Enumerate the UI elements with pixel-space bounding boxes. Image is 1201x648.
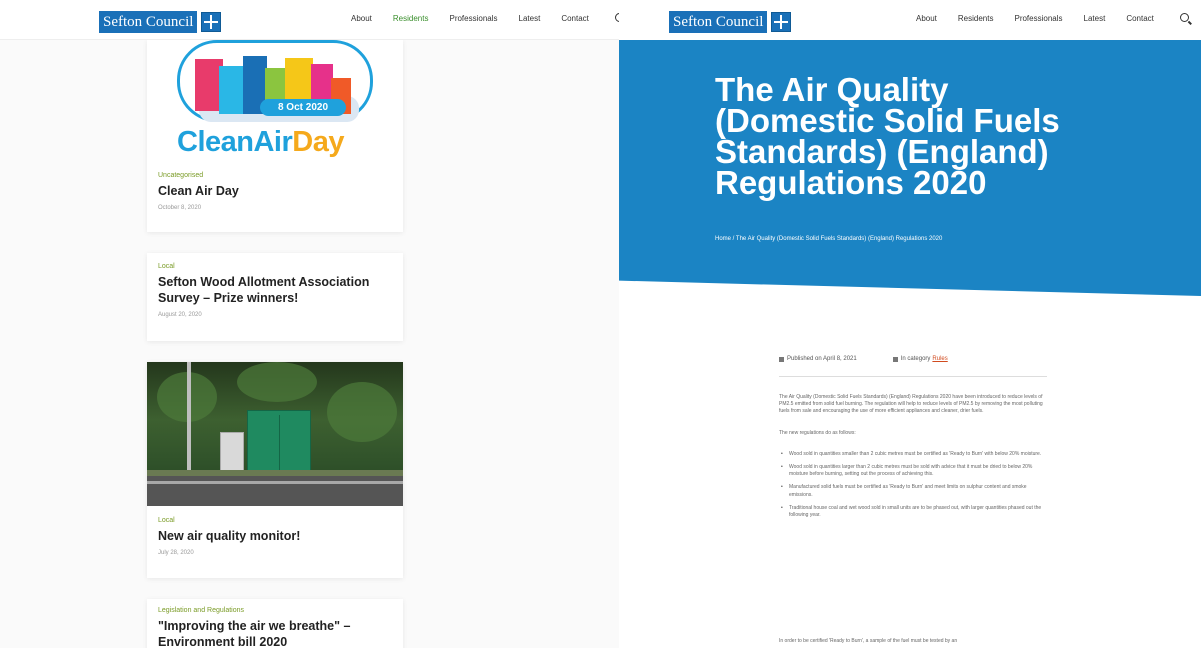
- page-title: The Air Quality (Domestic Solid Fuels St…: [715, 71, 1060, 201]
- post-card[interactable]: Local Sefton Wood Allotment Association …: [147, 253, 403, 341]
- published-text: Published on April 8, 2021: [787, 356, 857, 362]
- building-shape: [219, 66, 243, 114]
- green-monitor-cabinet: [247, 410, 311, 478]
- post-title[interactable]: "Improving the air we breathe" – Environ…: [158, 618, 392, 648]
- nav-contact[interactable]: Contact: [561, 14, 589, 23]
- post-category[interactable]: Uncategorised: [158, 172, 392, 179]
- post-category[interactable]: Legislation and Regulations: [158, 607, 392, 614]
- post-card[interactable]: 8 Oct 2020 CleanAirDay Uncategorised Cle…: [147, 40, 403, 232]
- foliage-shape: [327, 382, 397, 442]
- category-label: In category: [900, 356, 931, 362]
- list-item: Manufactured solid fuels must be certifi…: [779, 484, 1047, 498]
- list-intro: The new regulations do as follows:: [779, 429, 856, 436]
- post-date: August 20, 2020: [158, 312, 202, 318]
- published-date: Published on April 8, 2021: [779, 356, 857, 362]
- post-category[interactable]: Local: [158, 517, 392, 524]
- listing-page: Sefton Council About Residents Professio…: [0, 0, 619, 648]
- nav-latest[interactable]: Latest: [1084, 14, 1106, 23]
- air-quality-monitor-photo: [147, 362, 403, 506]
- nav-about[interactable]: About: [351, 14, 372, 23]
- nav-residents[interactable]: Residents: [393, 14, 429, 23]
- main-nav: About Residents Professionals Latest Con…: [351, 13, 619, 23]
- logo-text: Sefton Council: [99, 11, 198, 33]
- nav-about[interactable]: About: [916, 14, 937, 23]
- post-title[interactable]: Clean Air Day: [158, 183, 392, 199]
- category-link[interactable]: Rules: [932, 356, 947, 362]
- clean-air-day-wordmark: CleanAirDay: [177, 126, 344, 159]
- nav-professionals[interactable]: Professionals: [449, 14, 497, 23]
- crest-icon: [771, 12, 792, 32]
- nav-residents[interactable]: Residents: [958, 14, 994, 23]
- list-item: Wood sold in quantities larger than 2 cu…: [779, 464, 1047, 478]
- sefton-logo[interactable]: Sefton Council: [669, 11, 799, 33]
- post-card[interactable]: Local New air quality monitor! July 28, …: [147, 362, 403, 578]
- wordmark-clean-air: CleanAir: [177, 126, 293, 158]
- list-item: Wood sold in quantities smaller than 2 c…: [779, 451, 1047, 458]
- breadcrumb[interactable]: Home / The Air Quality (Domestic Solid F…: [715, 236, 942, 242]
- wordmark-day: Day: [292, 126, 344, 158]
- regulation-list: Wood sold in quantities smaller than 2 c…: [779, 451, 1047, 519]
- post-date: October 8, 2020: [158, 205, 202, 211]
- logo-text: Sefton Council: [669, 11, 768, 33]
- main-nav: About Residents Professionals Latest Con…: [916, 13, 1201, 23]
- closing-paragraph: In order to be certified 'Ready to Burn'…: [779, 638, 958, 644]
- post-meta: Published on April 8, 2021 In category R…: [779, 356, 1047, 362]
- post-date: July 28, 2020: [158, 550, 194, 556]
- article-body: The Air Quality (Domestic Solid Fuels St…: [779, 394, 1047, 644]
- calendar-icon: [779, 356, 784, 362]
- post-category-meta: In category Rules: [892, 356, 948, 362]
- post-title[interactable]: New air quality monitor!: [158, 528, 392, 544]
- post-category[interactable]: Local: [158, 263, 392, 270]
- date-pill: 8 Oct 2020: [260, 99, 346, 116]
- nav-contact[interactable]: Contact: [1126, 14, 1154, 23]
- sefton-logo[interactable]: Sefton Council: [99, 11, 229, 33]
- lamp-post: [187, 362, 191, 480]
- nav-latest[interactable]: Latest: [519, 14, 541, 23]
- clean-air-day-image: 8 Oct 2020 CleanAirDay: [147, 40, 403, 168]
- crest-icon: [201, 12, 222, 32]
- foliage-shape: [237, 362, 317, 402]
- folder-icon: [892, 356, 898, 362]
- article-page: Sefton Council About Residents Professio…: [619, 0, 1201, 648]
- intro-paragraph: The Air Quality (Domestic Solid Fuels St…: [779, 394, 1043, 415]
- post-title[interactable]: Sefton Wood Allotment Association Survey…: [158, 274, 392, 306]
- hero-banner: The Air Quality (Domestic Solid Fuels St…: [619, 40, 1201, 296]
- post-card[interactable]: Legislation and Regulations "Improving t…: [147, 599, 403, 648]
- site-header: Sefton Council About Residents Professio…: [0, 0, 619, 40]
- kerb-line: [147, 481, 403, 484]
- list-item: Traditional house coal and wet wood sold…: [779, 505, 1047, 519]
- search-icon[interactable]: [1179, 13, 1189, 22]
- divider: [779, 376, 1047, 377]
- site-header: Sefton Council About Residents Professio…: [619, 0, 1201, 40]
- nav-professionals[interactable]: Professionals: [1014, 14, 1062, 23]
